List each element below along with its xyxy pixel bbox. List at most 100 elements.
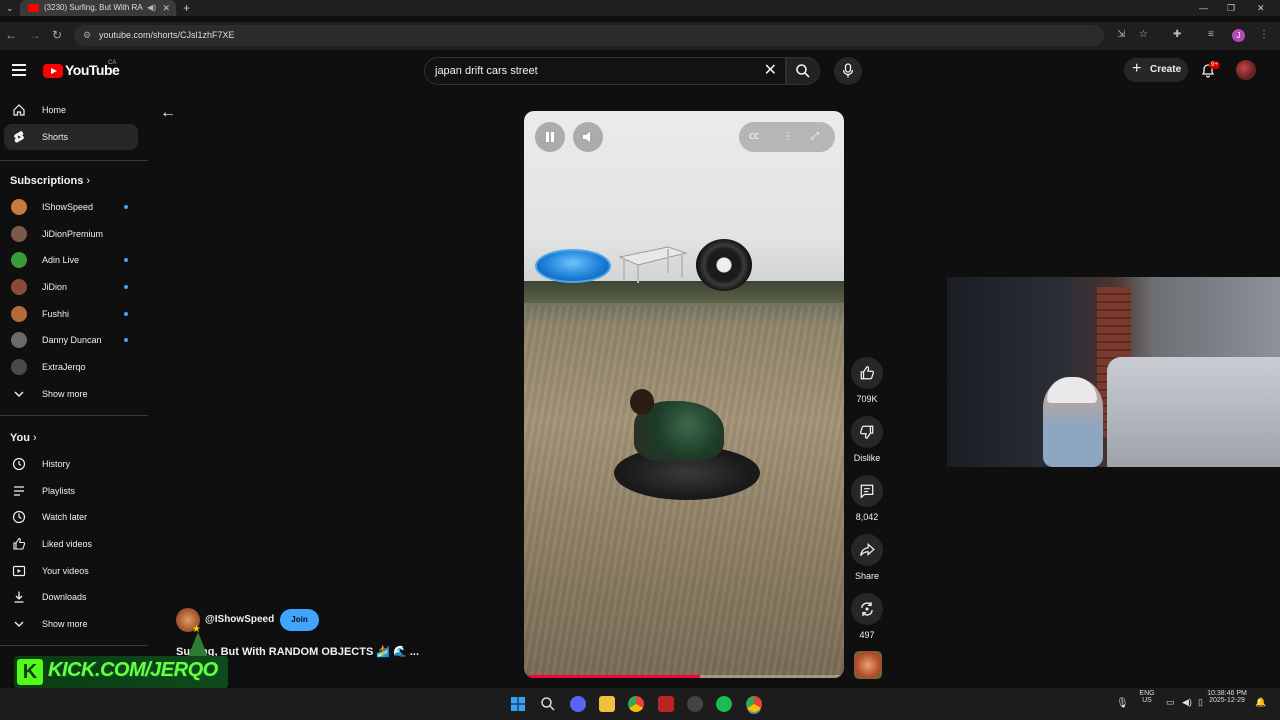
create-label: Create <box>1150 64 1182 75</box>
sofa-image <box>1107 357 1280 467</box>
join-button[interactable]: Join <box>280 609 319 631</box>
sidebar-divider <box>0 645 148 646</box>
more-options-icon[interactable]: ⋮ <box>783 122 793 152</box>
remix-button[interactable]: 497 <box>851 593 883 640</box>
account-avatar[interactable] <box>1236 60 1256 80</box>
url-text: youtube.com/shorts/CJsl1zhF7XE <box>99 30 235 40</box>
clock[interactable]: 10:38:46 PM 2025-12-29 <box>1202 690 1252 704</box>
voice-search-button[interactable] <box>834 57 862 85</box>
discord-icon[interactable] <box>570 696 586 712</box>
search-input[interactable]: japan drift cars street ✕ <box>424 57 786 85</box>
menu-icon[interactable] <box>12 64 26 76</box>
fullscreen-icon[interactable]: ⤢ <box>811 122 819 152</box>
clock-icon <box>12 510 26 524</box>
sidebar-item-watch-later[interactable]: Watch later <box>4 504 138 530</box>
dislike-button[interactable]: Dislike <box>851 416 883 463</box>
reload-icon[interactable]: ↻ <box>52 28 62 42</box>
new-content-dot <box>124 285 128 289</box>
microphone-tray-icon[interactable]: 🎙 <box>1116 698 1129 709</box>
sidebar-divider <box>0 415 148 416</box>
obs-icon[interactable] <box>687 696 703 712</box>
network-icon[interactable]: ▭ <box>1166 697 1175 708</box>
sidebar-show-more[interactable]: Show more <box>4 611 138 637</box>
chrome-active-icon[interactable] <box>746 696 762 712</box>
window-close-icon[interactable]: ✕ <box>1257 0 1265 16</box>
search-button[interactable] <box>786 57 820 85</box>
browser-profile-avatar[interactable]: J <box>1232 29 1245 42</box>
sidebar-item-home[interactable]: Home <box>4 97 138 123</box>
sidebar-item-subscription[interactable]: JiDion <box>4 274 138 300</box>
home-icon <box>13 104 25 116</box>
new-tab-button[interactable]: + <box>183 0 190 16</box>
comment-count: 8,042 <box>855 512 879 522</box>
browser-tab[interactable]: (3230) Surfing, But With RA ◀) ✕ <box>20 0 176 16</box>
browser-toolbar: ← → ↻ ⚙ youtube.com/shorts/CJsl1zhF7XE ⇲… <box>0 22 1280 50</box>
sidebar-item-label: Your videos <box>42 566 89 576</box>
channel-name[interactable]: @IShowSpeed <box>205 614 274 625</box>
back-icon[interactable]: ← <box>5 28 17 42</box>
new-content-dot <box>124 258 128 262</box>
browser-menu-icon[interactable]: ⋮ <box>1259 29 1269 40</box>
site-info-icon[interactable]: ⚙ <box>83 25 91 46</box>
file-explorer-icon[interactable] <box>599 696 615 712</box>
notification-center-icon[interactable]: 🔔 <box>1255 697 1266 708</box>
volume-button[interactable] <box>573 122 603 152</box>
sidebar-item-history[interactable]: History <box>4 451 138 477</box>
media-control-icon[interactable]: ≡ <box>1208 29 1214 40</box>
sidebar-item-subscription[interactable]: Danny Duncan <box>4 327 138 353</box>
language-indicator[interactable]: ENG US <box>1134 690 1160 704</box>
pause-button[interactable] <box>535 122 565 152</box>
taskbar-search-icon[interactable] <box>540 696 556 712</box>
tab-list-icon[interactable]: ⌄ <box>6 0 14 16</box>
kick-logo-icon: K <box>17 659 43 685</box>
captions-icon[interactable]: ㏄ <box>749 122 759 152</box>
extensions-icon[interactable]: ✚ <box>1173 29 1181 40</box>
tab-close-icon[interactable]: ✕ <box>162 0 170 16</box>
sidebar-item-subscription[interactable]: Adin Live <box>4 247 138 273</box>
kiddie-pool-image <box>535 249 611 283</box>
shorts-video-player[interactable]: ㏄ ⋮ ⤢ <box>524 111 844 678</box>
sidebar-item-playlists[interactable]: Playlists <box>4 478 138 504</box>
sidebar-item-downloads[interactable]: Downloads <box>4 584 138 610</box>
sidebar-item-label: JiDionPremium <box>42 229 104 239</box>
sidebar-item-label: Liked videos <box>42 539 93 549</box>
star-icon: ★ <box>192 624 201 635</box>
share-button[interactable]: Share <box>851 534 883 581</box>
subscriptions-heading[interactable]: Subscriptions › <box>10 175 90 187</box>
streaming-app-icon[interactable] <box>658 696 674 712</box>
sidebar-show-more[interactable]: Show more <box>4 381 138 407</box>
sidebar-item-shorts[interactable]: Shorts <box>4 124 138 150</box>
like-button[interactable]: 709K <box>851 357 883 404</box>
sidebar-item-your-videos[interactable]: Your videos <box>4 558 138 584</box>
channel-avatar <box>11 279 27 295</box>
you-heading[interactable]: You › <box>10 432 37 444</box>
download-icon <box>14 591 24 603</box>
bookmark-star-icon[interactable]: ☆ <box>1139 29 1148 40</box>
tab-audio-icon[interactable]: ◀) <box>147 0 156 16</box>
chrome-icon[interactable] <box>628 696 644 712</box>
sound-source-thumbnail[interactable] <box>854 651 882 679</box>
volume-tray-icon[interactable]: ◀) <box>1182 697 1192 708</box>
video-progress-bar[interactable] <box>524 675 844 678</box>
youtube-logo-icon[interactable] <box>43 64 63 78</box>
sidebar-item-subscription[interactable]: Fushhi <box>4 301 138 327</box>
clear-search-icon[interactable]: ✕ <box>764 58 777 84</box>
sidebar-item-liked-videos[interactable]: Liked videos <box>4 531 138 557</box>
sidebar-item-label: Danny Duncan <box>42 335 102 345</box>
channel-avatar <box>11 199 27 215</box>
sidebar-item-subscription[interactable]: JiDionPremium <box>4 221 138 247</box>
maximize-icon[interactable]: ❐ <box>1227 0 1235 16</box>
address-bar[interactable]: ⚙ youtube.com/shorts/CJsl1zhF7XE <box>74 25 1104 46</box>
back-arrow-icon[interactable]: ← <box>160 104 176 122</box>
spotify-icon[interactable] <box>716 696 732 712</box>
sidebar-item-label: ExtraJerqo <box>42 362 86 372</box>
sidebar-item-subscription[interactable]: IShowSpeed <box>4 194 138 220</box>
sidebar-item-subscription[interactable]: ExtraJerqo <box>4 354 138 380</box>
create-button[interactable]: + Create <box>1124 58 1188 82</box>
minimize-icon[interactable]: — <box>1199 0 1208 16</box>
forward-icon[interactable]: → <box>29 28 41 42</box>
windows-start-icon[interactable] <box>510 696 526 712</box>
comments-button[interactable]: 8,042 <box>851 475 883 522</box>
install-app-icon[interactable]: ⇲ <box>1117 29 1125 40</box>
sidebar-item-label: Fushhi <box>42 309 70 319</box>
